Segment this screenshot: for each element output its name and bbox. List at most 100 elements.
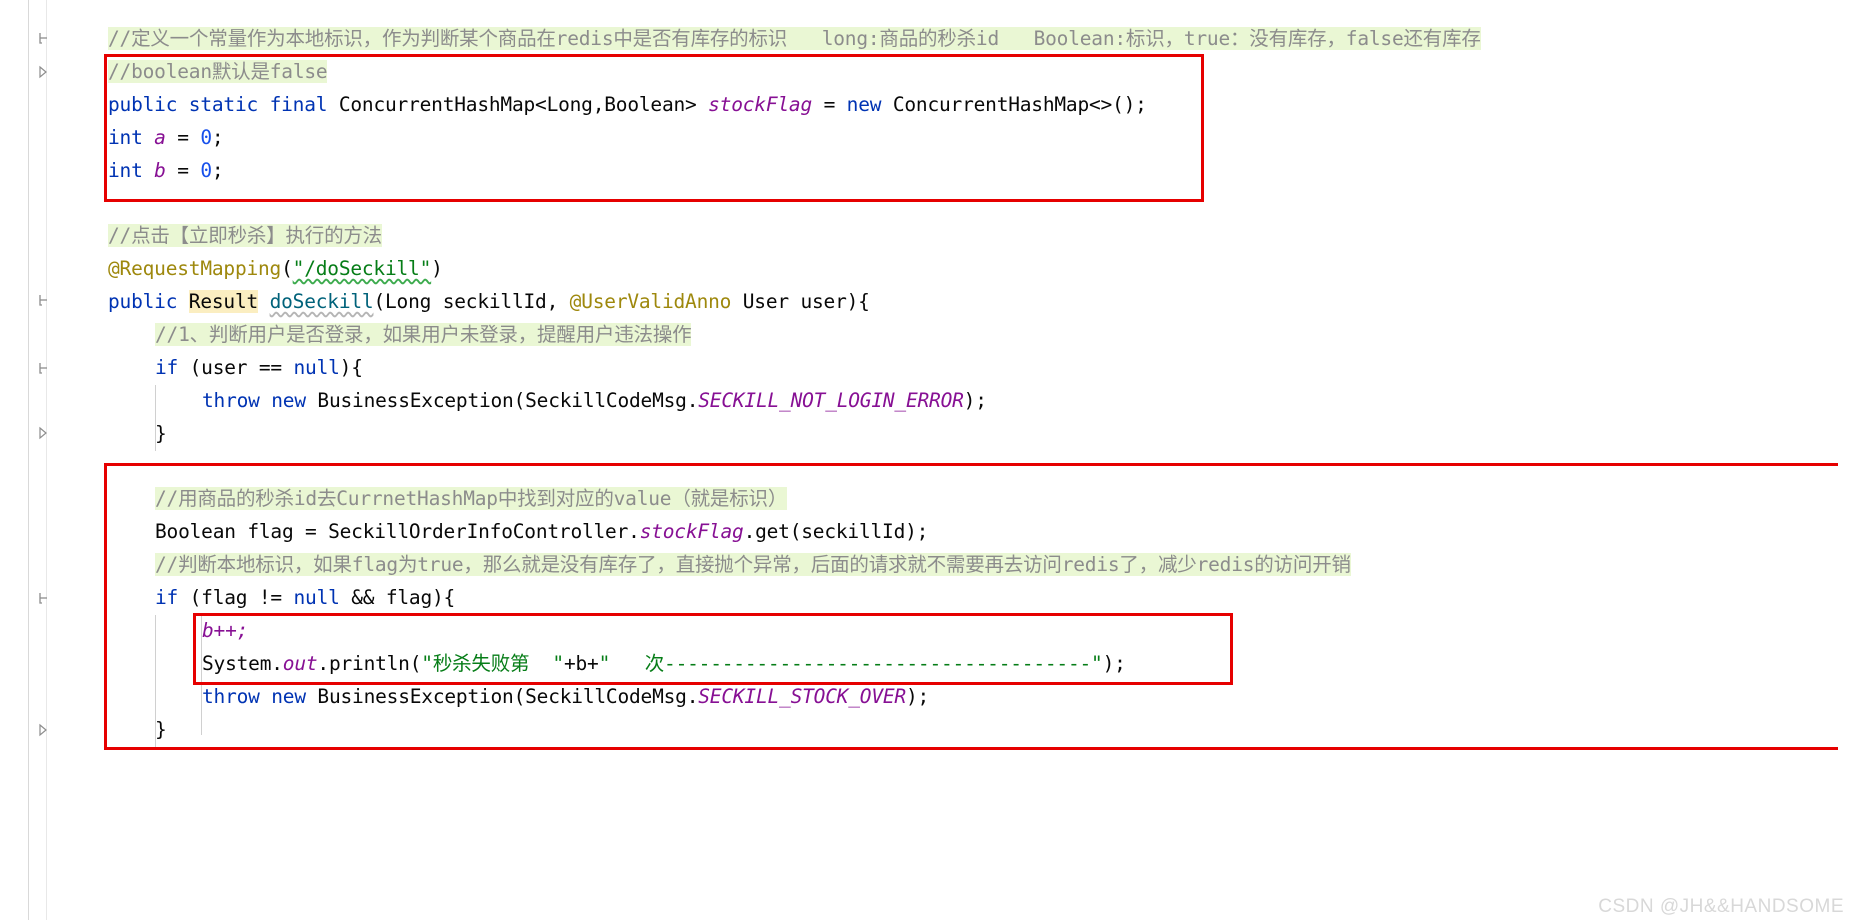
keyword-public: public <box>108 290 178 313</box>
code-line-6: //点击【立即秒杀】执行的方法 <box>108 219 382 252</box>
keyword-throw: throw <box>202 685 260 708</box>
keyword-if: if <box>155 356 179 379</box>
code-line-5: int b = 0; <box>108 154 224 187</box>
paren-close: ) <box>431 257 443 280</box>
paren-open: ( <box>281 257 293 280</box>
code-line-3: public static final ConcurrentHashMap<Lo… <box>108 88 1147 121</box>
comment-text: //用商品的秒杀id去CurrnetHashMap中找到对应的value（就是标… <box>155 487 788 510</box>
string-fail-prefix: "秒杀失败第 " <box>421 652 564 675</box>
fold-collapse-icon-3[interactable] <box>38 360 54 376</box>
code-line-19: throw new BusinessException(SeckillCodeM… <box>202 680 929 713</box>
code-line-17: b++; <box>202 614 248 647</box>
keyword-new: new <box>271 389 306 412</box>
operator-equals: = <box>823 93 836 116</box>
closing-brace: } <box>155 422 167 445</box>
semicolon: ; <box>211 126 224 149</box>
condition-part-b: && flag){ <box>339 586 456 609</box>
code-line-7: @RequestMapping("/doSeckill") <box>108 252 443 285</box>
exception-expr-a: BusinessException(SeckillCodeMsg. <box>317 685 699 708</box>
params-part-b: User user){ <box>731 290 870 313</box>
code-line-10: if (user == null){ <box>155 351 363 384</box>
fold-collapse-icon-2[interactable] <box>38 292 54 308</box>
exception-expr-a: BusinessException(SeckillCodeMsg. <box>317 389 699 412</box>
statement-increment-b: b++; <box>202 619 249 642</box>
assign-expr-a: Boolean flag = SeckillOrderInfoControlle… <box>155 520 640 543</box>
assign-expr-b: .get(seckillId); <box>743 520 929 543</box>
comment-text: //判断本地标识，如果flag为true，那么就是没有库存了，直接抛个异常，后面… <box>155 553 1351 576</box>
operator-equals: = <box>177 159 189 182</box>
fold-end-icon-1[interactable] <box>38 64 54 80</box>
field-out: out <box>282 652 318 675</box>
code-editor: //定义一个常量作为本地标识，作为判断某个商品在redis中是否有库存的标识 l… <box>0 0 1852 920</box>
number-zero: 0 <box>200 126 212 149</box>
condition-part-a: (user == <box>178 356 294 379</box>
comment-text: //1、判断用户是否登录，如果用户未登录，提醒用户违法操作 <box>155 323 692 346</box>
concat-b: +b+ <box>563 652 599 675</box>
fold-collapse-icon-4[interactable] <box>38 590 54 606</box>
code-line-18: System.out.println("秒杀失败第 "+b+" 次-------… <box>202 647 1126 680</box>
code-line-20: } <box>155 713 167 746</box>
number-zero: 0 <box>200 159 212 182</box>
annotation-uservalidanno: @UserValidAnno <box>569 290 732 313</box>
semicolon: ; <box>211 159 224 182</box>
keyword-new: new <box>271 685 306 708</box>
gutter-divider-inner <box>28 0 29 920</box>
string-fail-suffix: " 次-------------------------------------… <box>598 652 1103 675</box>
exception-expr-b: ); <box>963 389 987 412</box>
watermark-text: CSDN @JH&&HANDSOME <box>1598 896 1844 917</box>
keyword-null: null <box>293 586 340 609</box>
field-stockflag: stockFlag <box>708 93 813 116</box>
println-expr-a: System. <box>202 652 283 675</box>
code-line-2: //boolean默认是false <box>108 55 328 88</box>
exception-expr-b: ); <box>905 685 930 708</box>
var-b: b <box>154 159 166 182</box>
code-line-8: public Result doSeckill(Long seckillId, … <box>108 285 870 318</box>
code-line-9: //1、判断用户是否登录，如果用户未登录，提醒用户违法操作 <box>155 318 692 351</box>
condition-part-a: (flag != <box>178 586 294 609</box>
code-line-4: int a = 0; <box>108 121 224 154</box>
fold-collapse-icon-1[interactable] <box>38 30 54 46</box>
type-concurrenthashmap: ConcurrentHashMap<Long,Boolean> <box>338 93 697 116</box>
fold-end-icon-3[interactable] <box>38 722 54 738</box>
keyword-int: int <box>108 126 143 149</box>
comment-text: //点击【立即秒杀】执行的方法 <box>108 224 382 247</box>
gutter-divider <box>46 0 47 920</box>
code-line-16: if (flag != null && flag){ <box>155 581 455 614</box>
code-area[interactable]: //定义一个常量作为本地标识，作为判断某个商品在redis中是否有库存的标识 l… <box>100 0 1852 920</box>
code-line-11: throw new BusinessException(SeckillCodeM… <box>202 384 987 417</box>
editor-gutter[interactable] <box>0 0 100 920</box>
code-line-12: } <box>155 417 167 450</box>
println-expr-b: .println( <box>317 652 422 675</box>
condition-part-b: ){ <box>339 356 363 379</box>
println-expr-c: ); <box>1102 652 1126 675</box>
return-type-result: Result <box>188 290 259 313</box>
params-part-a: (Long seckillId, <box>373 290 570 313</box>
constant-seckill-stock-over: SECKILL_STOCK_OVER <box>698 685 906 708</box>
field-stockflag: stockFlag <box>639 520 744 543</box>
code-line-14: Boolean flag = SeckillOrderInfoControlle… <box>155 515 928 548</box>
keyword-null: null <box>293 356 340 379</box>
operator-equals: = <box>177 126 189 149</box>
constructor-call: ConcurrentHashMap<>(); <box>892 93 1147 116</box>
string-path-doseckill: "/doSeckill" <box>292 257 432 280</box>
var-a: a <box>154 126 166 149</box>
closing-brace: } <box>155 718 167 741</box>
keyword-int: int <box>108 159 143 182</box>
code-line-15: //判断本地标识，如果flag为true，那么就是没有库存了，直接抛个异常，后面… <box>155 548 1351 581</box>
editor-marker-rail[interactable] <box>1838 0 1852 920</box>
fold-end-icon-2[interactable] <box>38 425 54 441</box>
